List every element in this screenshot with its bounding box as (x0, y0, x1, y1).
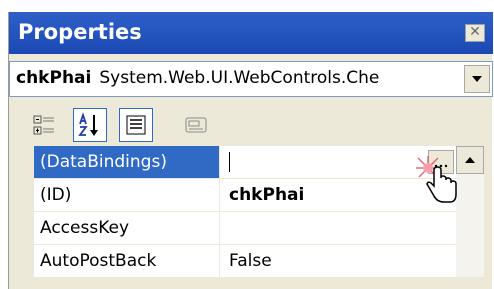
object-name: chkPhai (16, 68, 92, 88)
property-name[interactable]: (DataBindings) (34, 146, 220, 178)
property-row-databindings[interactable]: (DataBindings) (34, 146, 456, 179)
property-name[interactable]: AutoPostBack (34, 245, 220, 277)
property-name[interactable]: (ID) (34, 179, 220, 211)
property-row-id[interactable]: (ID) chkPhai (34, 179, 456, 212)
object-selector[interactable]: chkPhai System.Web.UI.WebControls.Che (9, 61, 493, 97)
events-button[interactable] (179, 108, 213, 142)
object-type: System.Web.UI.WebControls.Che (99, 68, 380, 88)
property-value-text: False (229, 251, 272, 271)
object-selector-text: chkPhai System.Web.UI.WebControls.Che (16, 68, 456, 92)
text-caret (229, 152, 230, 172)
properties-button[interactable] (119, 108, 153, 142)
property-grid: (DataBindings) (ID) chkPhai AccessKey Au… (16, 146, 456, 278)
alphabetical-button[interactable] (73, 108, 107, 142)
title-bar[interactable]: Properties ✕ (9, 12, 493, 54)
close-button[interactable]: ✕ (465, 24, 485, 42)
property-value[interactable] (221, 212, 456, 244)
window-title: Properties (18, 20, 142, 44)
categorized-icon (33, 115, 54, 135)
property-row-autopostback[interactable]: AutoPostBack False (34, 245, 456, 278)
events-icon (185, 117, 207, 133)
property-name[interactable]: AccessKey (34, 212, 220, 244)
arrow-up-icon (465, 157, 475, 163)
categorized-button[interactable] (27, 108, 61, 142)
toolbar (9, 102, 493, 150)
close-icon: ✕ (469, 24, 481, 40)
property-value-text: chkPhai (229, 185, 305, 205)
property-row-accesskey[interactable]: AccessKey (34, 212, 456, 245)
property-value[interactable]: False (221, 245, 456, 277)
chevron-down-icon (472, 76, 482, 82)
grid-gutter (16, 146, 34, 277)
properties-icon (126, 115, 146, 135)
alphabetical-sort-icon (78, 112, 98, 136)
hand-cursor-icon (416, 156, 457, 203)
object-dropdown-button[interactable] (464, 65, 490, 93)
